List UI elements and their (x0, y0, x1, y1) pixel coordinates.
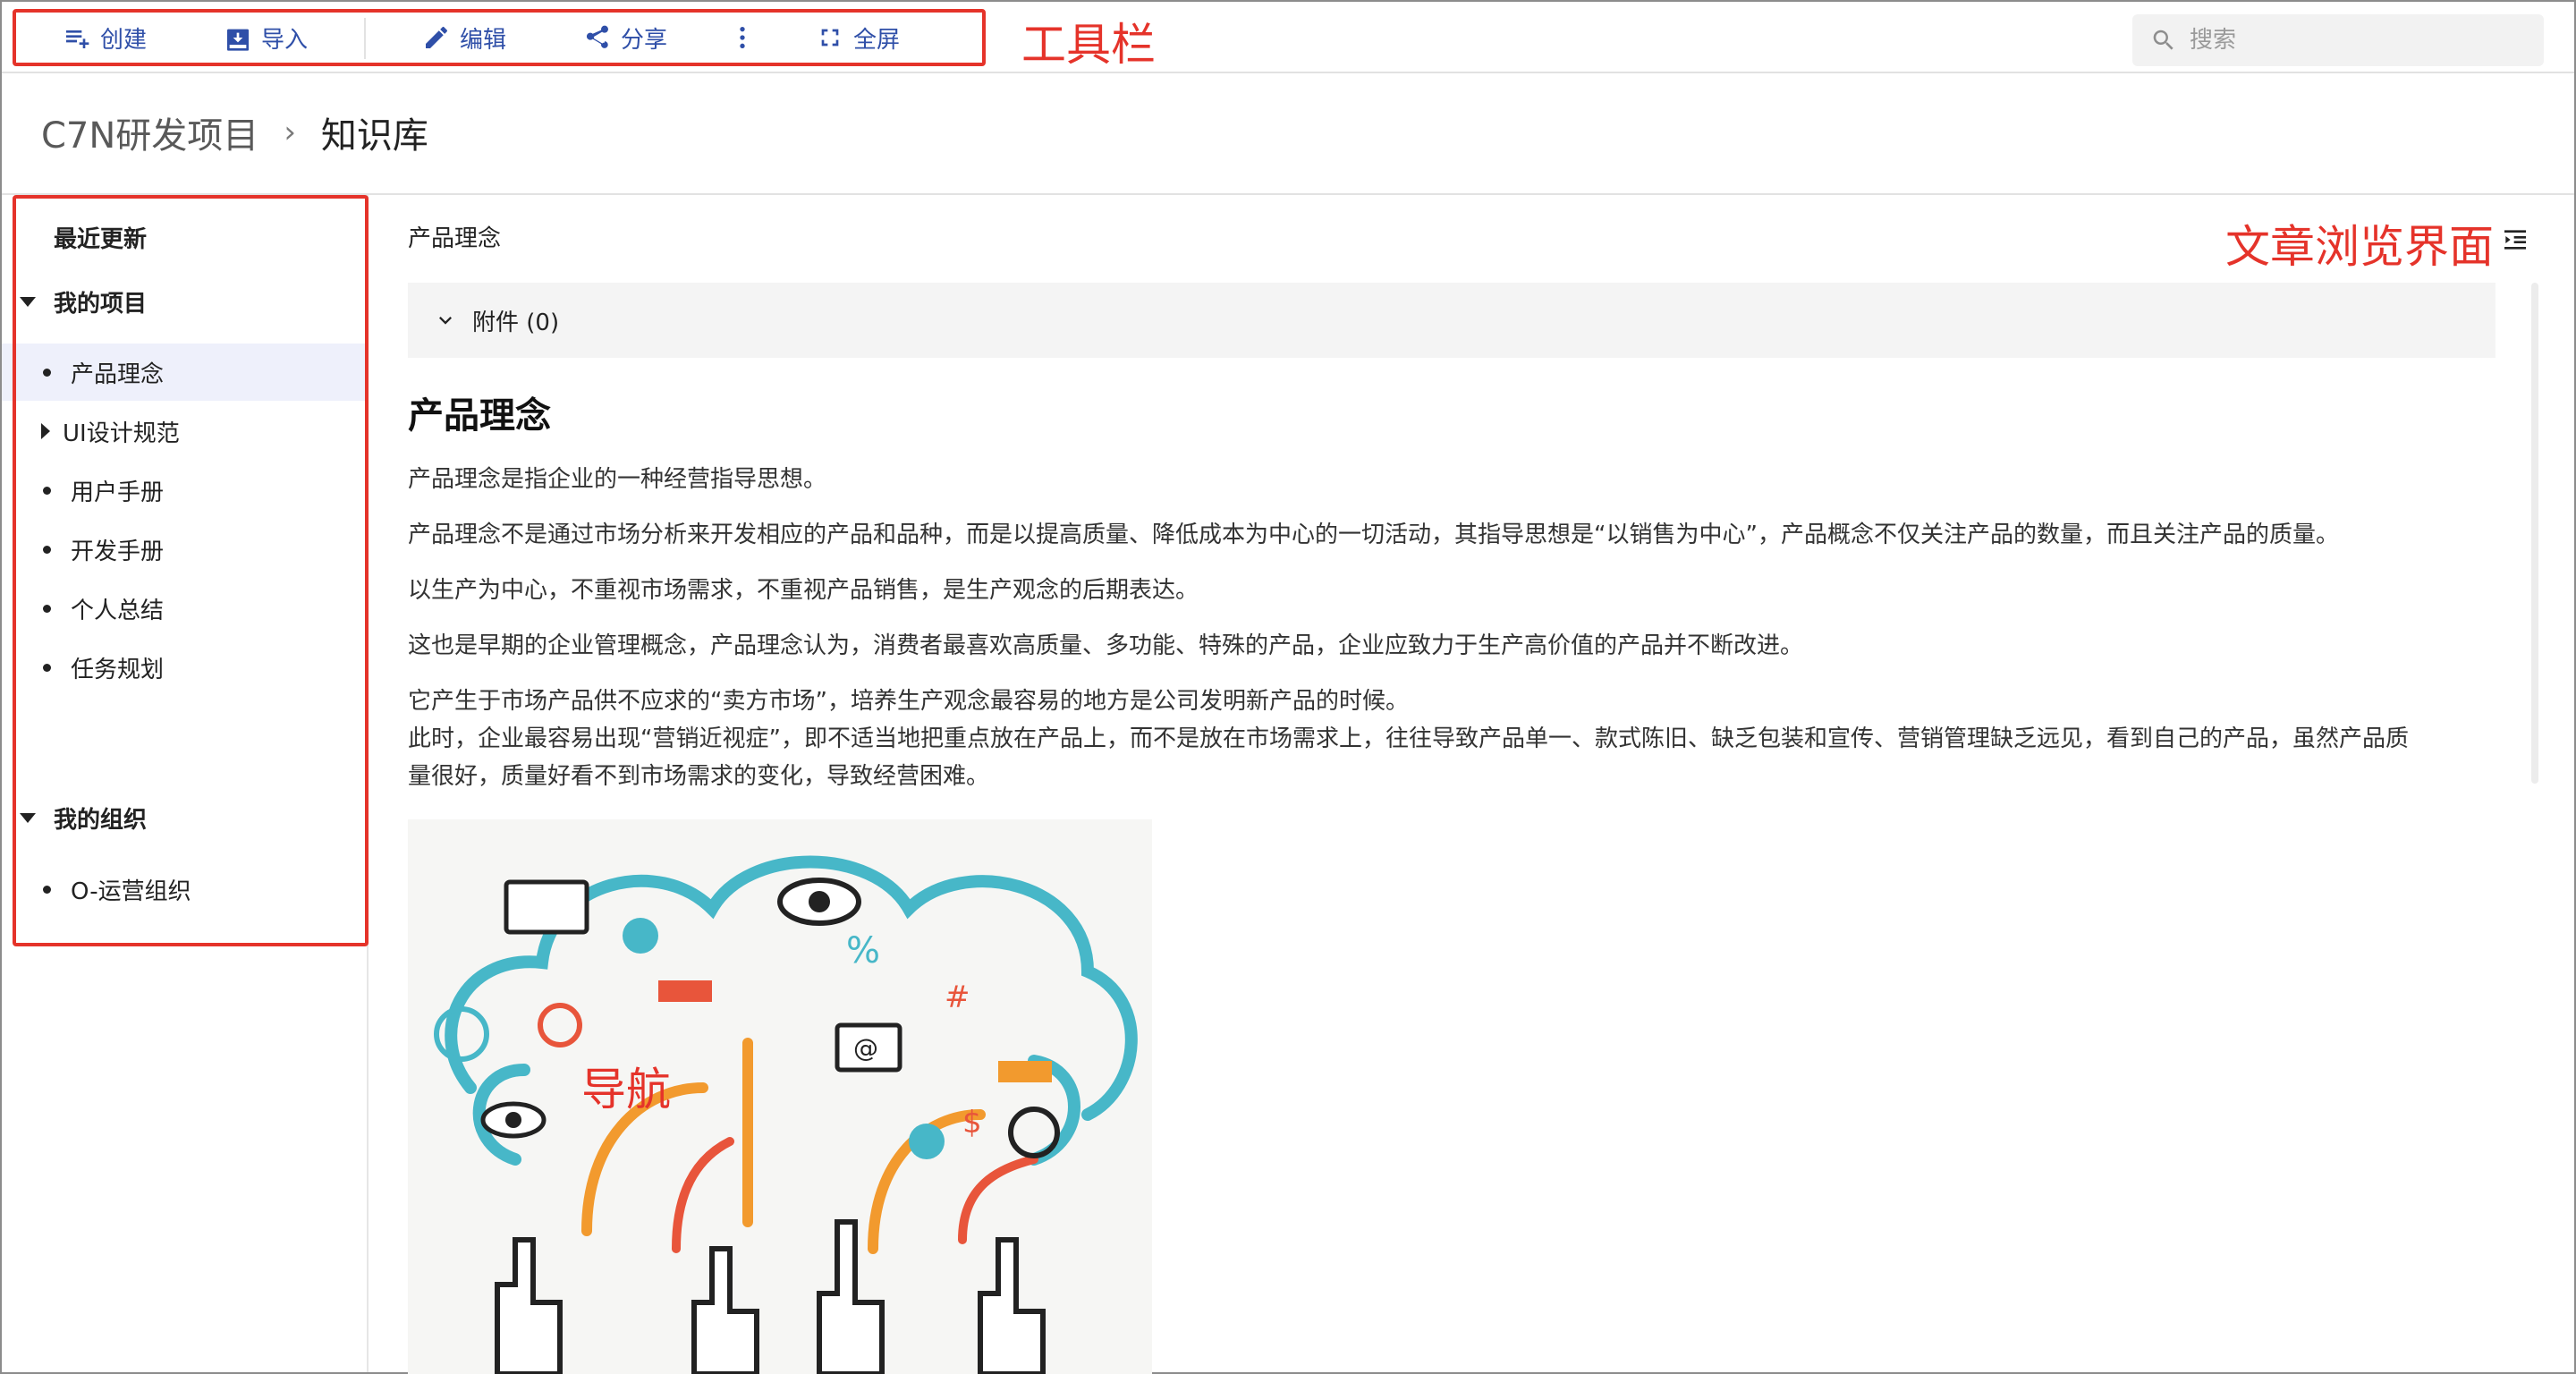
attachments-panel[interactable]: 附件 (0) (408, 283, 2496, 358)
content-page-title: 产品理念 (408, 225, 502, 252)
svg-text:%: % (846, 930, 880, 971)
article-paragraph: 它产生于市场产品供不应求的“卖方市场”，培养生产观念最容易的地方是公司发明新产品… (408, 688, 1409, 715)
chevron-down-icon (439, 317, 452, 325)
article-paragraph: 此时，企业最容易出现“营销近视症”，即不适当地把重点放在产品上，而不是放在市场需… (408, 725, 2409, 752)
annotation-article-label: 文章浏览界面 (2225, 221, 2494, 273)
article-heading: 产品理念 (408, 395, 551, 437)
svg-text:#: # (945, 980, 970, 1015)
article-paragraph: 产品理念不是通过市场分析来开发相应的产品和品种，而是以提高质量、降低成本为中心的… (408, 522, 2339, 548)
article-paragraph: 这也是早期的企业管理概念，产品理念认为，消费者最喜欢高质量、多功能、特殊的产品，… (408, 632, 1804, 659)
toc-icon[interactable] (2501, 225, 2529, 254)
annotation-nav-box (13, 195, 369, 946)
search-input[interactable] (2190, 27, 2529, 54)
annotation-toolbar-box (13, 9, 986, 66)
breadcrumb: C7N研发项目 › 知识库 (41, 106, 428, 159)
svg-text:$: $ (962, 1105, 982, 1141)
breadcrumb-current: 知识库 (320, 115, 428, 157)
cloud-network-illustration: @ % # $ (434, 855, 1138, 1374)
article-paragraph: 以生产为中心，不重视市场需求，不重视产品销售，是生产观念的后期表达。 (408, 577, 1199, 604)
header-divider (2, 193, 2574, 195)
article-paragraph: 量很好，质量好看不到市场需求的变化，导致经营困难。 (408, 763, 990, 790)
annotation-nav-label: 导航 (581, 1064, 671, 1115)
chevron-right-icon: › (284, 114, 296, 150)
article-paragraph: 产品理念是指企业的一种经营指导思想。 (408, 466, 827, 493)
scrollbar[interactable] (2531, 283, 2538, 784)
breadcrumb-project[interactable]: C7N研发项目 (41, 106, 258, 158)
article-illustration: @ % # $ (408, 819, 1152, 1374)
annotation-toolbar-label: 工具栏 (1021, 19, 1156, 71)
search-icon (2153, 30, 2174, 50)
svg-text:@: @ (853, 1033, 878, 1063)
attachments-label: 附件 (0) (472, 309, 560, 336)
search-box[interactable] (2132, 14, 2544, 66)
